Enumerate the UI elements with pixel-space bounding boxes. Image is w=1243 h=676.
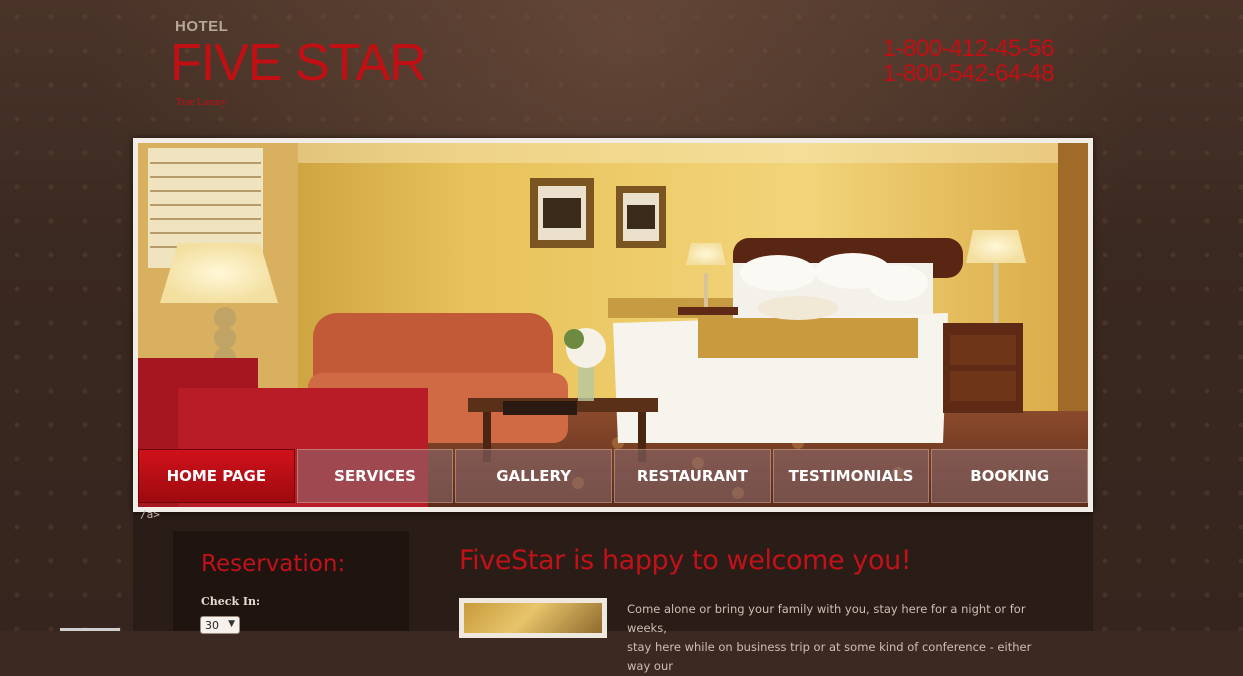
main-navigation: HOME PAGE SERVICES GALLERY RESTAURANT TE… <box>138 449 1089 507</box>
stray-markup-text: /a> <box>140 508 160 521</box>
intro-text: Come alone or bring your family with you… <box>627 600 1057 676</box>
nav-booking[interactable]: BOOKING <box>931 449 1089 503</box>
checkin-label: Check In: <box>201 595 261 608</box>
reservation-title: Reservation: <box>201 551 346 577</box>
nav-home-page[interactable]: HOME PAGE <box>138 449 295 503</box>
logo-name[interactable]: FIVE STAR <box>170 34 427 92</box>
intro-line-1: Come alone or bring your family with you… <box>627 602 1026 635</box>
checkin-day-value: 30 <box>205 619 219 632</box>
nav-testimonials[interactable]: TESTIMONIALS <box>772 449 930 503</box>
room-thumbnail[interactable] <box>459 598 607 638</box>
nav-gallery[interactable]: GALLERY <box>455 449 613 503</box>
intro-line-2: stay here while on business trip or at s… <box>627 640 1032 673</box>
phone-number-2: 1-800-542-64-48 <box>882 60 1055 87</box>
logo-hotel-text[interactable]: HOTEL <box>175 18 228 35</box>
phone-numbers: 1-800-412-45-56 1-800-542-64-48 <box>882 35 1055 87</box>
nav-services[interactable]: SERVICES <box>296 449 454 503</box>
phone-number-1: 1-800-412-45-56 <box>882 35 1055 62</box>
reservation-panel: Reservation: Check In: 30 ▼ <box>173 531 409 634</box>
logo-tagline: True Luxury <box>176 97 227 108</box>
welcome-heading: FiveStar is happy to welcome you! <box>459 545 912 576</box>
chevron-down-icon: ▼ <box>228 619 235 629</box>
hero-banner: HOME PAGE SERVICES GALLERY RESTAURANT TE… <box>133 138 1093 512</box>
checkin-day-select[interactable]: 30 ▼ <box>200 616 240 634</box>
nav-restaurant[interactable]: RESTAURANT <box>614 449 771 503</box>
room-thumbnail-image <box>464 603 602 633</box>
